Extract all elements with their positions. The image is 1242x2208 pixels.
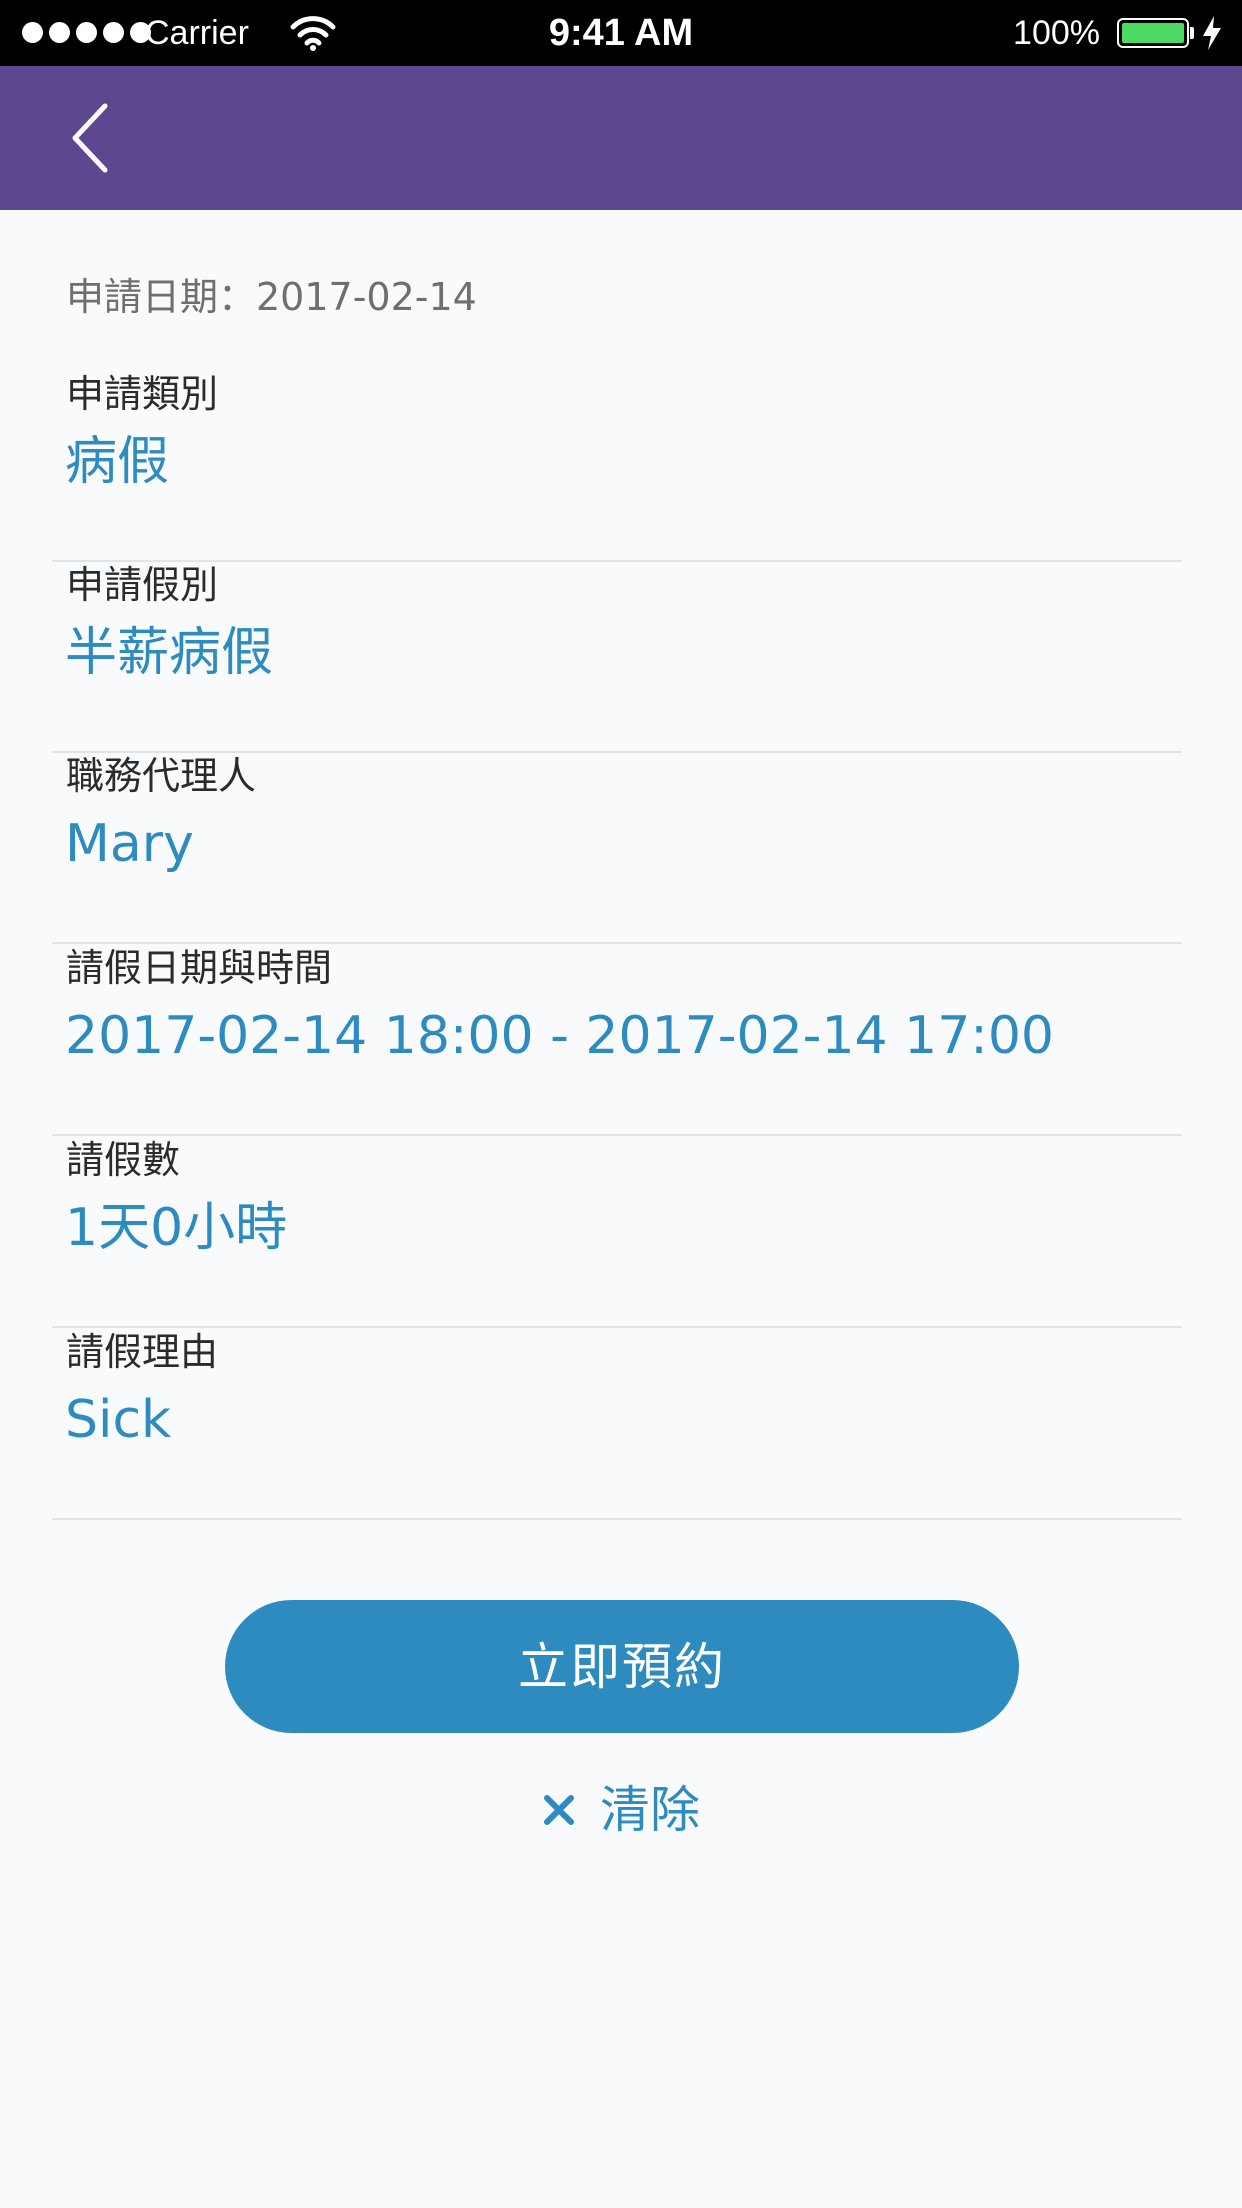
- charging-bolt-icon: [1203, 16, 1221, 50]
- battery-icon: [1117, 18, 1189, 48]
- submit-button[interactable]: 立即預約: [225, 1600, 1019, 1733]
- field-duration[interactable]: 請假數 1天0小時: [52, 1136, 1182, 1328]
- clear-button[interactable]: 清除: [0, 1775, 1242, 1845]
- back-button[interactable]: [50, 98, 130, 178]
- field-label: 申請假別: [66, 563, 219, 607]
- field-label: 職務代理人: [66, 754, 257, 798]
- field-leave-type[interactable]: 申請假別 半薪病假: [52, 561, 1182, 753]
- field-value: 1天0小時: [65, 1198, 288, 1258]
- field-reason[interactable]: 請假理由 Sick: [52, 1328, 1182, 1520]
- chevron-left-icon: [72, 103, 108, 173]
- field-label: 請假理由: [66, 1330, 219, 1374]
- field-date-time[interactable]: 請假日期與時間 2017-02-14 18:00 - 2017-02-14 17…: [52, 944, 1182, 1136]
- apply-date: 申請日期：2017-02-14: [66, 275, 477, 319]
- field-value: Sick: [65, 1390, 172, 1450]
- field-label: 請假數: [66, 1138, 181, 1182]
- nav-bar: [0, 66, 1242, 210]
- battery-nub: [1190, 27, 1194, 39]
- field-value: 2017-02-14 18:00 - 2017-02-14 17:00: [65, 1006, 1054, 1066]
- field-value: 半薪病假: [65, 623, 274, 683]
- status-bar: Carrier 9:41 AM 100%: [0, 0, 1242, 66]
- field-value: 病假: [65, 432, 170, 492]
- field-category[interactable]: 申請類別 病假: [52, 370, 1182, 562]
- close-icon: [544, 1795, 574, 1825]
- field-label: 請假日期與時間: [66, 946, 333, 990]
- clear-label: 清除: [600, 1781, 700, 1839]
- battery-percentage: 100%: [1013, 14, 1100, 52]
- field-value: Mary: [65, 814, 194, 874]
- field-label: 申請類別: [66, 372, 219, 416]
- field-deputy[interactable]: 職務代理人 Mary: [52, 752, 1182, 944]
